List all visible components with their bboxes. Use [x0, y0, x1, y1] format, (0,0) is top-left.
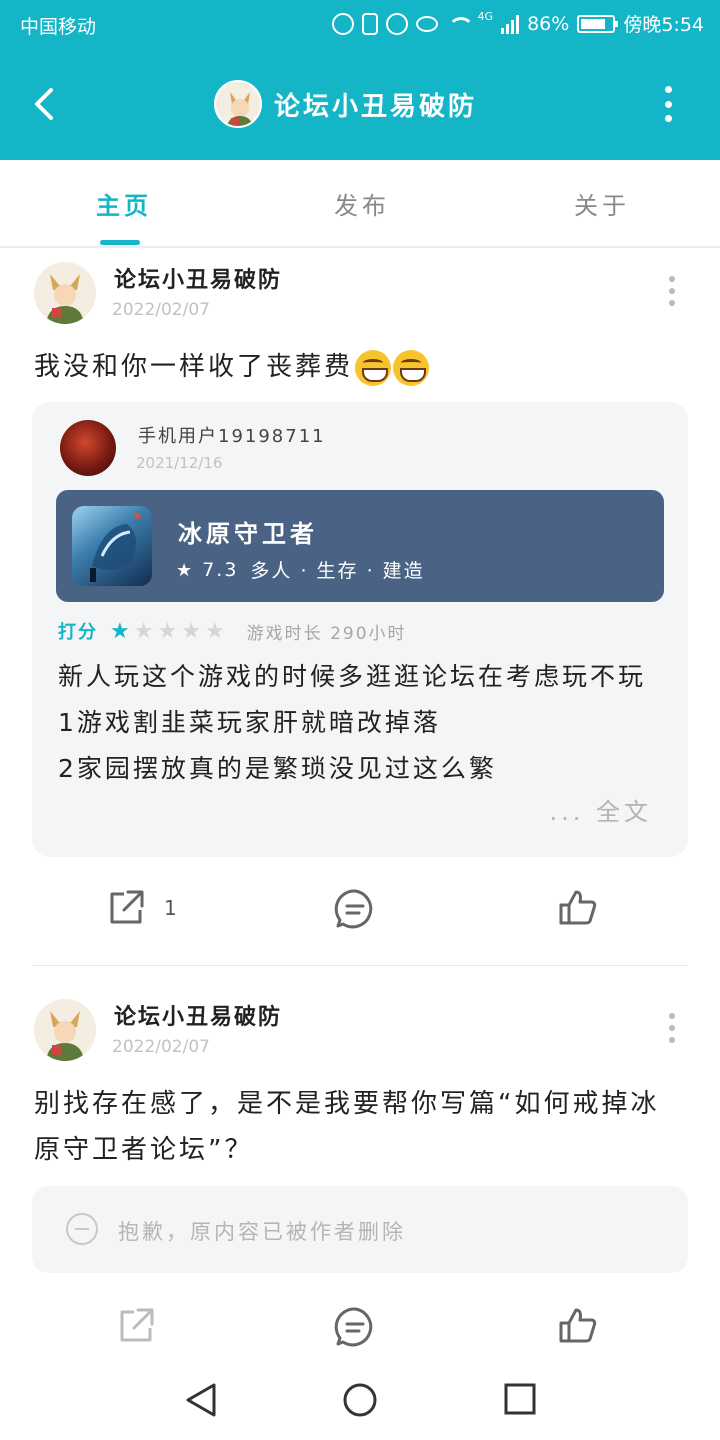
system-navigation-bar — [0, 1370, 720, 1440]
app-header: 论坛小丑易破防 — [0, 60, 720, 150]
thumbs-up-icon — [559, 890, 597, 925]
share-count: 1 — [164, 896, 177, 920]
page-title: 论坛小丑易破防 — [274, 91, 478, 122]
nav-recents-icon[interactable] — [504, 1383, 536, 1415]
eye-comfort-icon — [415, 15, 438, 32]
tab-about[interactable]: 关于 — [574, 186, 630, 221]
playtime: 游戏时长 290小时 — [246, 623, 407, 644]
quoted-review-card[interactable]: 手机用户19198711 2021/12/16 冰原守卫者 ★ 7.3 多人 ·… — [32, 402, 688, 857]
like-button[interactable] — [558, 888, 598, 928]
back-arrow-icon — [35, 88, 53, 120]
carrier-label: 中国移动 — [20, 16, 97, 38]
grin-emoji-icon — [355, 349, 392, 386]
rating-row: 打分 ★ ★ ★ ★ ★ 游戏时长 290小时 — [58, 618, 407, 644]
avatar-image — [34, 999, 96, 1061]
dot-icon — [669, 300, 675, 306]
back-button[interactable] — [26, 82, 62, 126]
post-divider — [32, 965, 688, 966]
status-bar: 中国移动 4G 86% 傍晚5:54 — [0, 0, 720, 50]
quoted-date: 2021/12/16 — [136, 454, 223, 472]
clock: 傍晚5:54 — [623, 14, 704, 36]
dot-icon — [669, 1025, 675, 1031]
dot-icon — [669, 276, 675, 282]
nfc-icon — [331, 12, 354, 35]
comment-icon — [334, 889, 373, 929]
dot-icon — [664, 115, 672, 122]
nav-back-icon[interactable] — [184, 1382, 218, 1418]
game-score: ★ 7.3 — [176, 559, 238, 581]
active-tab-indicator — [100, 240, 140, 245]
more-options-button[interactable] — [656, 86, 680, 122]
status-icons: 4G 86% 傍晚5:54 — [331, 10, 704, 37]
post-actions: 1 — [0, 880, 720, 940]
alarm-icon — [385, 12, 408, 35]
dot-icon — [664, 100, 672, 108]
post-author[interactable]: 论坛小丑易破防 — [114, 262, 282, 294]
post-body: 我没和你一样收了丧葬费 — [34, 352, 354, 382]
minus-circle-icon — [66, 1213, 98, 1245]
star-filled-icon: ★ — [110, 618, 130, 644]
avatar[interactable] — [34, 999, 96, 1061]
share-icon — [120, 1308, 154, 1342]
avatar[interactable] — [60, 420, 116, 476]
full-text-link[interactable]: ... 全文 — [541, 792, 652, 827]
battery-icon — [577, 14, 619, 33]
dot-icon — [669, 1013, 675, 1019]
avatar[interactable] — [214, 80, 262, 128]
dot-icon — [669, 288, 675, 294]
star-empty-icon: ★ — [204, 618, 225, 644]
signal-icon — [501, 14, 520, 34]
nav-home-icon[interactable] — [342, 1382, 378, 1418]
battery-percent: 86% — [527, 12, 570, 35]
avatar[interactable] — [34, 262, 96, 324]
post-date: 2022/02/07 — [112, 1037, 210, 1057]
deleted-notice: 抱歉，原内容已被作者删除 — [118, 1220, 406, 1244]
game-icon — [72, 506, 152, 586]
like-button[interactable] — [558, 1306, 598, 1346]
review-line: 新人玩这个游戏的时候多逛逛论坛在考虑玩不玩 — [58, 662, 647, 691]
quoted-author[interactable]: 手机用户19198711 — [138, 422, 326, 448]
share-button[interactable] — [116, 1306, 156, 1346]
post-menu-button[interactable] — [667, 1013, 677, 1043]
grin-emoji-icon — [393, 349, 430, 386]
rating-label: 打分 — [58, 622, 98, 643]
network-type-label: 4G — [477, 10, 494, 23]
star-empty-icon: ★ — [157, 618, 178, 644]
post-body: 别找存在感了，是不是我要帮你写篇“如何戒掉冰原守卫者论坛”？ — [34, 1089, 660, 1165]
review-line: 1游戏割韭菜玩家肝就暗改掉落 — [58, 708, 441, 737]
star-empty-icon: ★ — [181, 618, 201, 644]
post-text: 我没和你一样收了丧葬费 — [34, 344, 430, 390]
review-text: 新人玩这个游戏的时候多逛逛论坛在考虑玩不玩 1游戏割韭菜玩家肝就暗改掉落 2家园… — [58, 654, 668, 792]
share-button[interactable]: 1 — [106, 888, 177, 928]
game-tags: 多人 · 生存 · 建造 — [250, 560, 425, 582]
game-card[interactable]: 冰原守卫者 ★ 7.3 多人 · 生存 · 建造 — [56, 490, 664, 602]
dot-icon — [669, 1037, 675, 1043]
comment-button[interactable] — [334, 888, 376, 930]
star-empty-icon: ★ — [133, 618, 154, 644]
vibrate-icon — [361, 12, 378, 35]
game-title: 冰原守卫者 — [178, 520, 318, 548]
post-menu-button[interactable] — [667, 276, 677, 306]
thumbs-up-icon — [559, 1308, 597, 1343]
review-line: 2家园摆放真的是繁琐没见过这么繁 — [58, 754, 497, 783]
post-date: 2022/02/07 — [112, 300, 210, 320]
avatar-image — [216, 82, 260, 126]
comment-button[interactable] — [334, 1306, 376, 1348]
tab-home[interactable]: 主页 — [96, 186, 152, 221]
dot-icon — [664, 86, 672, 93]
game-score-value: 7.3 — [202, 558, 239, 581]
game-meta: ★ 7.3 多人 · 生存 · 建造 — [176, 556, 425, 583]
avatar-image — [34, 262, 96, 324]
tab-bar: 主页 发布 关于 — [0, 160, 720, 248]
game-art-image — [90, 512, 142, 582]
comment-icon — [334, 1307, 373, 1347]
deleted-content-card: 抱歉，原内容已被作者删除 — [32, 1186, 688, 1273]
wifi-icon — [446, 15, 474, 33]
tab-publish[interactable]: 发布 — [334, 186, 390, 221]
star-icon: ★ — [176, 559, 195, 581]
post-author[interactable]: 论坛小丑易破防 — [114, 999, 282, 1031]
profile-header: 论坛小丑易破防 — [214, 80, 477, 128]
share-icon — [110, 890, 144, 924]
post-actions — [0, 1298, 720, 1358]
